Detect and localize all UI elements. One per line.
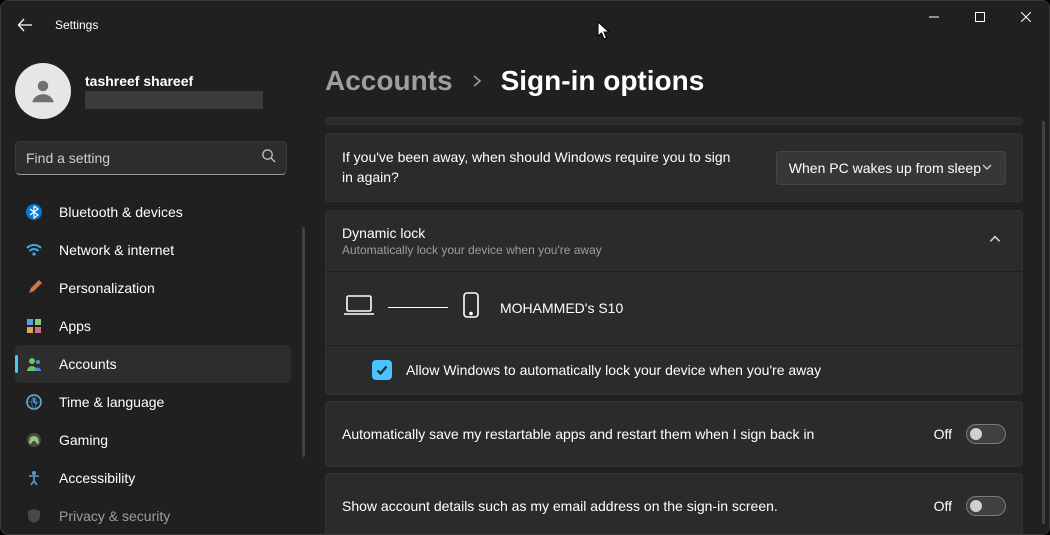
sidebar-item-label: Network & internet — [59, 242, 174, 258]
sidebar-item-accessibility[interactable]: Accessibility — [15, 459, 291, 497]
show-account-details-label: Show account details such as my email ad… — [342, 498, 778, 514]
toggle-state-label: Off — [934, 498, 952, 514]
accounts-icon — [25, 355, 43, 373]
paintbrush-icon — [25, 279, 43, 297]
breadcrumb-current: Sign-in options — [501, 65, 705, 97]
back-button[interactable] — [1, 1, 49, 49]
sidebar-item-label: Gaming — [59, 432, 108, 448]
settings-window: Settings tashreef shareef — [0, 0, 1050, 535]
sidebar-item-time-language[interactable]: Time & language — [15, 383, 291, 421]
sidebar-item-label: Time & language — [59, 394, 164, 410]
dynamic-lock-checkbox-row[interactable]: Allow Windows to automatically lock your… — [326, 345, 1022, 394]
phone-icon — [462, 292, 480, 323]
dynamic-lock-section: Dynamic lock Automatically lock your dev… — [325, 210, 1023, 395]
maximize-icon — [975, 12, 985, 22]
toggle-group: Off — [934, 424, 1006, 444]
close-icon — [1021, 12, 1031, 22]
check-icon — [375, 363, 389, 377]
dynamic-lock-body: MOHAMMED's S10 — [326, 271, 1022, 345]
titlebar: Settings — [1, 1, 1049, 49]
sidebar-item-label: Accessibility — [59, 470, 135, 486]
sidebar-item-label: Accounts — [59, 356, 117, 372]
require-signin-label: If you've been away, when should Windows… — [342, 148, 742, 187]
restart-apps-toggle[interactable] — [966, 424, 1006, 444]
content-pane: Accounts Sign-in options If you've been … — [311, 49, 1049, 534]
breadcrumb-parent[interactable]: Accounts — [325, 65, 453, 97]
apps-icon — [25, 317, 43, 335]
require-signin-dropdown[interactable]: When PC wakes up from sleep — [776, 151, 1006, 185]
paired-device-name: MOHAMMED's S10 — [500, 300, 623, 316]
shield-icon — [25, 507, 43, 525]
laptop-icon — [344, 294, 374, 321]
toggle-state-label: Off — [934, 426, 952, 442]
sidebar-item-accounts[interactable]: Accounts — [15, 345, 291, 383]
profile-block[interactable]: tashreef shareef — [15, 57, 301, 125]
collapsed-section-bar[interactable] — [325, 117, 1023, 125]
profile-name: tashreef shareef — [85, 73, 263, 89]
sidebar-item-privacy[interactable]: Privacy & security — [15, 497, 291, 535]
restart-apps-row[interactable]: Automatically save my restartable apps a… — [325, 401, 1023, 467]
chevron-down-icon — [981, 160, 993, 176]
sidebar-item-label: Privacy & security — [59, 508, 170, 524]
sidebar-scrollbar[interactable] — [302, 227, 305, 457]
chevron-up-icon — [988, 232, 1006, 251]
avatar — [15, 63, 71, 119]
restart-apps-label: Automatically save my restartable apps a… — [342, 426, 814, 442]
wifi-icon — [25, 241, 43, 259]
arrow-left-icon — [17, 17, 33, 33]
dynamic-lock-header[interactable]: Dynamic lock Automatically lock your dev… — [326, 211, 1022, 271]
accessibility-icon — [25, 469, 43, 487]
search-icon — [261, 148, 276, 168]
globe-clock-icon — [25, 393, 43, 411]
toggle-group: Off — [934, 496, 1006, 516]
close-button[interactable] — [1003, 1, 1049, 33]
dropdown-value: When PC wakes up from sleep — [789, 160, 981, 176]
bluetooth-icon — [25, 203, 43, 221]
sidebar-item-bluetooth[interactable]: Bluetooth & devices — [15, 193, 291, 231]
profile-text: tashreef shareef — [85, 73, 263, 109]
minimize-button[interactable] — [911, 1, 957, 33]
gaming-icon — [25, 431, 43, 449]
show-account-details-row[interactable]: Show account details such as my email ad… — [325, 473, 1023, 535]
sidebar-item-apps[interactable]: Apps — [15, 307, 291, 345]
sidebar-item-label: Bluetooth & devices — [59, 204, 183, 220]
breadcrumb: Accounts Sign-in options — [325, 65, 1023, 97]
search-input[interactable] — [26, 150, 261, 166]
window-controls — [911, 1, 1049, 33]
device-connection-line — [388, 307, 448, 308]
chevron-right-icon — [471, 71, 483, 92]
show-account-details-toggle[interactable] — [966, 496, 1006, 516]
nav-list: Bluetooth & devices Network & internet P… — [15, 193, 291, 535]
dynamic-lock-title: Dynamic lock — [342, 225, 602, 241]
dynamic-lock-checkbox[interactable] — [372, 360, 392, 380]
person-icon — [28, 76, 58, 106]
maximize-button[interactable] — [957, 1, 1003, 33]
dynamic-lock-checkbox-label: Allow Windows to automatically lock your… — [406, 362, 821, 378]
sidebar-item-label: Personalization — [59, 280, 155, 296]
sidebar-item-network[interactable]: Network & internet — [15, 231, 291, 269]
require-signin-row: If you've been away, when should Windows… — [325, 133, 1023, 202]
sidebar-item-personalization[interactable]: Personalization — [15, 269, 291, 307]
dynamic-lock-subtitle: Automatically lock your device when you'… — [342, 243, 602, 257]
app-title: Settings — [49, 18, 98, 32]
profile-email-redacted — [85, 91, 263, 109]
sidebar-item-label: Apps — [59, 318, 91, 334]
left-pane: tashreef shareef Bluetooth & devices — [1, 49, 311, 534]
minimize-icon — [929, 12, 939, 22]
search-row[interactable] — [15, 141, 287, 175]
content-scrollbar[interactable] — [1042, 121, 1045, 524]
sidebar-item-gaming[interactable]: Gaming — [15, 421, 291, 459]
